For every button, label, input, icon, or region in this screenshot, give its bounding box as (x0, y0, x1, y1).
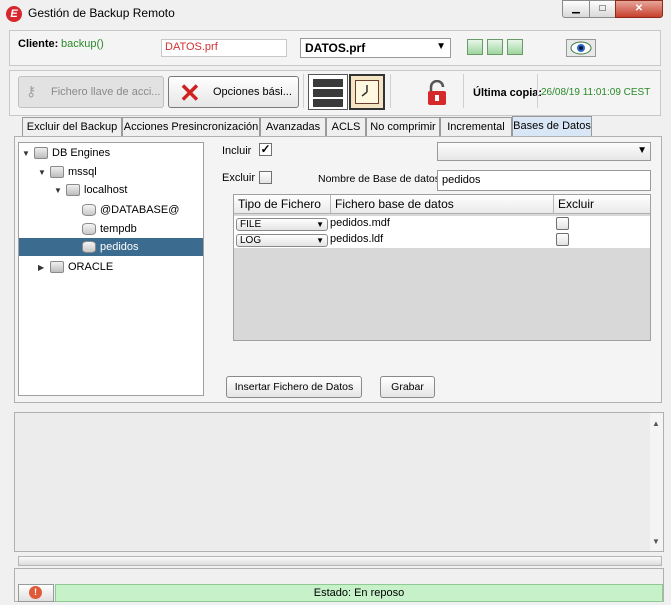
tab-incremental[interactable]: Incremental (440, 117, 512, 137)
expand-icon[interactable]: ▼ (22, 145, 34, 163)
app-icon: E (6, 6, 22, 22)
copy-profile-icon[interactable] (487, 39, 503, 55)
horizontal-scrollbar[interactable] (18, 556, 662, 566)
last-copy-label: Última copia: (473, 87, 543, 99)
profile-field[interactable]: DATOS.prf (161, 39, 287, 57)
close-button[interactable]: ✕ (615, 0, 663, 18)
file-type-value: LOG (240, 235, 262, 246)
chevron-up-icon[interactable]: ▲ (652, 419, 660, 428)
excluir-checkbox[interactable] (259, 171, 272, 184)
view-icon[interactable] (566, 39, 596, 57)
toolbar-divider (463, 74, 464, 108)
servers-button[interactable] (308, 74, 348, 110)
tree-node-label: mssql (68, 166, 97, 178)
insert-file-button[interactable]: Insertar Fichero de Datos (226, 376, 362, 398)
file-name: pedidos.ldf (330, 233, 384, 245)
last-copy-value: 26/08/19 11:01:09 CEST (541, 87, 651, 98)
dbname-input[interactable]: pedidos (437, 170, 651, 191)
exclude-checkbox[interactable] (556, 233, 569, 246)
expand-icon[interactable]: ▼ (54, 182, 66, 200)
expand-icon[interactable]: ▼ (38, 164, 50, 182)
clock-icon (355, 80, 379, 104)
folder-icon (34, 147, 48, 160)
alert-icon: ! (29, 586, 42, 599)
engine-icon (50, 261, 64, 274)
engine-icon (50, 166, 64, 179)
file-type-select[interactable]: LOG ▼ (236, 234, 328, 247)
dbname-label: Nombre de Base de datos (318, 173, 440, 185)
tab-avanzadas[interactable]: Avanzadas (260, 117, 326, 137)
tree-node-database[interactable]: @DATABASE@ (70, 201, 202, 219)
tree-node-oracle[interactable]: ▶ ORACLE (38, 258, 202, 276)
tree-node-tempdb[interactable]: tempdb (70, 220, 202, 238)
client-label: Cliente: (18, 38, 59, 50)
server-bar (313, 79, 343, 87)
incluir-checkbox[interactable]: ✓ (259, 143, 272, 156)
tab-bases-de-datos[interactable]: Bases de Datos (512, 116, 592, 137)
tab-acls[interactable]: ACLS (326, 117, 366, 137)
toolbar-divider (303, 74, 304, 108)
delete-profile-icon[interactable] (507, 39, 523, 55)
lock-icon (426, 79, 448, 106)
tree-node-db-engines[interactable]: ▼ DB Engines (22, 144, 202, 162)
server-bar (313, 89, 343, 97)
tree-node-pedidos[interactable]: pedidos (19, 238, 203, 256)
tree-node-label: DB Engines (52, 147, 111, 159)
toolbar-divider (537, 74, 538, 108)
server-icon (66, 184, 80, 197)
database-icon (82, 241, 96, 254)
schedule-button[interactable] (349, 74, 385, 110)
file-type-value: FILE (240, 219, 262, 230)
database-icon (82, 223, 96, 236)
toolbar-divider (390, 74, 391, 108)
database-select[interactable]: ▼ (437, 142, 651, 161)
window-title: Gestión de Backup Remoto (28, 6, 175, 20)
column-header-file[interactable]: Fichero base de datos (331, 195, 554, 214)
tree-node-mssql[interactable]: ▼ mssql (38, 163, 202, 181)
server-bar (313, 99, 343, 107)
profile-select[interactable]: DATOS.prf ▼ (300, 38, 451, 58)
status-bar: Estado: En reposo (55, 584, 663, 602)
tree-node-label: @DATABASE@ (100, 204, 180, 216)
file-type-select[interactable]: FILE ▼ (236, 218, 328, 231)
column-header-type[interactable]: Tipo de Fichero (234, 195, 331, 214)
exclude-checkbox[interactable] (556, 217, 569, 230)
file-name: pedidos.mdf (330, 217, 390, 229)
chevron-down-icon: ▼ (316, 236, 324, 245)
tab-acciones-presincronizacion[interactable]: Acciones Presincronización (122, 117, 260, 137)
client-value: backup() (61, 38, 104, 50)
tree-node-label: tempdb (100, 223, 137, 235)
key-icon: ⚷ (26, 83, 37, 99)
database-icon (82, 204, 96, 217)
chevron-down-icon[interactable]: ▼ (652, 537, 660, 546)
tab-excluir-backup[interactable]: Excluir del Backup (22, 117, 122, 137)
profile-select-value: DATOS.prf (305, 41, 366, 55)
tree-node-label: pedidos (100, 241, 139, 253)
maximize-button[interactable]: □ (589, 0, 616, 18)
minimize-button[interactable]: ▁ (562, 0, 590, 18)
new-profile-icon[interactable] (467, 39, 483, 55)
tree-node-label: ORACLE (68, 261, 114, 273)
tree-node-localhost[interactable]: ▼ localhost (54, 181, 202, 199)
tools-icon: ✕ (179, 78, 201, 108)
tree-node-label: localhost (84, 184, 128, 196)
incluir-label: Incluir (222, 145, 252, 157)
expand-icon[interactable]: ▶ (38, 259, 50, 277)
column-header-exclude[interactable]: Excluir (554, 195, 650, 214)
log-area[interactable] (14, 412, 664, 552)
chevron-down-icon: ▼ (316, 220, 324, 229)
chevron-down-icon: ▼ (436, 41, 446, 52)
log-scrollbar[interactable]: ▲ ▼ (650, 413, 663, 551)
save-button[interactable]: Grabar (380, 376, 435, 398)
chevron-down-icon: ▼ (637, 145, 647, 156)
tab-no-comprimir[interactable]: No comprimir (366, 117, 440, 137)
excluir-label: Excluir (222, 172, 256, 184)
